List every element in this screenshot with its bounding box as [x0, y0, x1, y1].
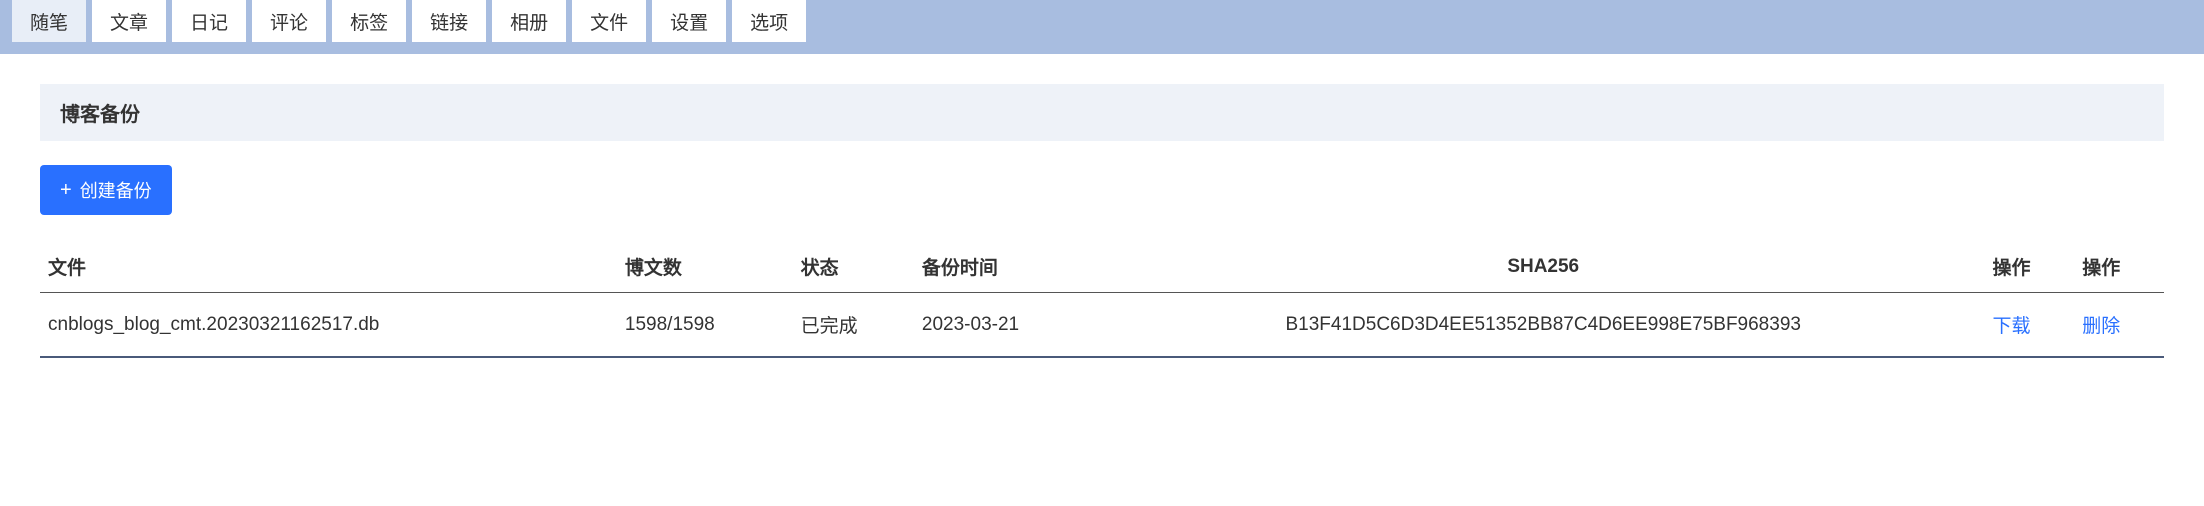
tab-articles[interactable]: 文章	[92, 0, 166, 42]
tab-files[interactable]: 文件	[572, 0, 646, 42]
create-backup-button[interactable]: + 创建备份	[40, 165, 172, 215]
download-link[interactable]: 下载	[1993, 316, 2031, 337]
cell-post-count: 1598/1598	[617, 293, 793, 358]
plus-icon: +	[60, 180, 72, 200]
col-action2: 操作	[2074, 241, 2164, 293]
tab-diary[interactable]: 日记	[172, 0, 246, 42]
col-post-count: 博文数	[617, 241, 793, 293]
col-status: 状态	[793, 241, 914, 293]
tab-links[interactable]: 链接	[412, 0, 486, 42]
cell-download: 下载	[1985, 293, 2075, 358]
table-row: cnblogs_blog_cmt.20230321162517.db 1598/…	[40, 293, 2164, 358]
cell-file: cnblogs_blog_cmt.20230321162517.db	[40, 293, 617, 358]
col-action1: 操作	[1985, 241, 2075, 293]
col-sha256: SHA256	[1102, 241, 1985, 293]
cell-status: 已完成	[793, 293, 914, 358]
tab-options[interactable]: 选项	[732, 0, 806, 42]
tab-essays[interactable]: 随笔	[12, 0, 86, 42]
col-file: 文件	[40, 241, 617, 293]
col-backup-time: 备份时间	[914, 241, 1102, 293]
cell-sha256: B13F41D5C6D3D4EE51352BB87C4D6EE998E75BF9…	[1102, 293, 1985, 358]
tab-tags[interactable]: 标签	[332, 0, 406, 42]
tab-comments[interactable]: 评论	[252, 0, 326, 42]
delete-link[interactable]: 删除	[2082, 316, 2120, 337]
cell-backup-time: 2023-03-21	[914, 293, 1102, 358]
create-backup-label: 创建备份	[80, 177, 152, 203]
tab-bar: 随笔 文章 日记 评论 标签 链接 相册 文件 设置 选项	[0, 0, 2204, 54]
section-title: 博客备份	[40, 84, 2164, 141]
backup-table: 文件 博文数 状态 备份时间 SHA256 操作 操作 cnblogs_blog…	[40, 241, 2164, 358]
cell-delete: 删除	[2074, 293, 2164, 358]
tab-settings[interactable]: 设置	[652, 0, 726, 42]
tab-albums[interactable]: 相册	[492, 0, 566, 42]
content-area: 博客备份 + 创建备份 文件 博文数 状态 备份时间 SHA256 操作 操作 …	[0, 54, 2204, 388]
